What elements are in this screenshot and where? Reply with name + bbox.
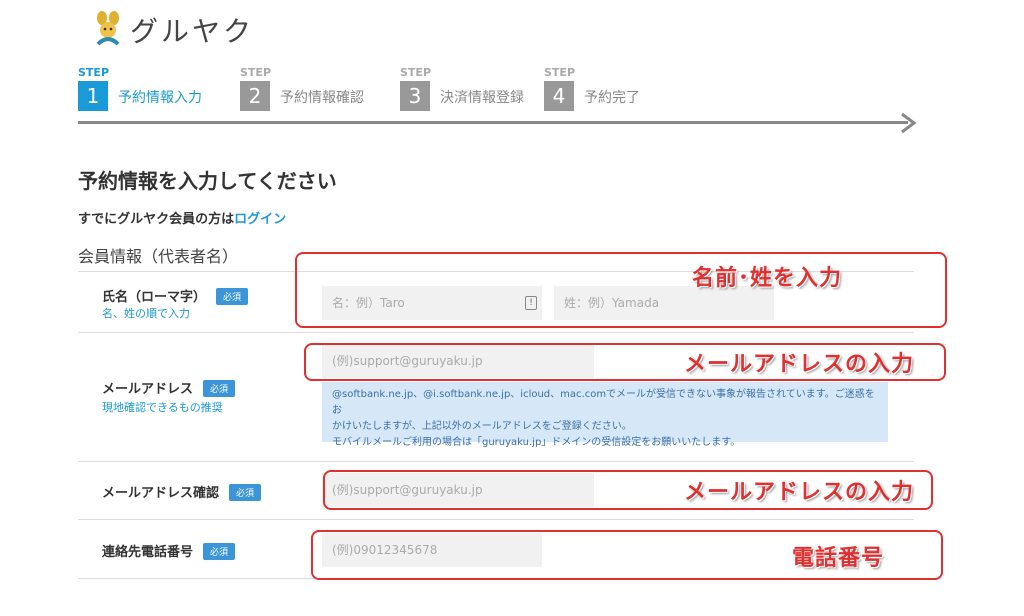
email-hint: 現地確認できるもの推奨 <box>102 401 223 414</box>
step-3-number: 3 <box>400 81 430 111</box>
annotation-name-text: 名前･姓を入力 <box>692 266 843 291</box>
annotation-phone-text: 電話番号 <box>792 546 885 571</box>
required-badge: 必須 <box>229 484 262 501</box>
email-notice-line: かけいたしますが、上記以外のメールアドレスをご登録ください。 <box>332 421 632 432</box>
required-badge: 必須 <box>203 380 236 397</box>
email-label-text: メールアドレス <box>102 382 194 397</box>
progress-line <box>78 121 908 124</box>
login-prompt: すでにグルヤク会員の方はログイン <box>78 208 286 227</box>
name-label-text: 氏名（ローマ字） <box>102 290 207 305</box>
step-2-caption: STEP <box>240 66 272 79</box>
divider <box>78 519 914 520</box>
divider <box>78 332 914 333</box>
logo-text: グルヤク <box>130 15 255 48</box>
step-2-number: 2 <box>240 81 270 111</box>
logo-mascot-icon <box>96 11 120 46</box>
name-hint: 名、姓の順で入力 <box>102 307 190 320</box>
name-label: 氏名（ローマ字） 必須 <box>102 286 249 305</box>
login-prompt-text: すでにグルヤク会員の方は <box>78 212 235 227</box>
step-1-number: 1 <box>78 81 108 111</box>
step-3-label: 決済情報登録 <box>440 90 524 106</box>
email-confirm-label: メールアドレス確認 必須 <box>102 482 262 501</box>
email-label: メールアドレス 必須 <box>102 378 236 397</box>
step-4-caption: STEP <box>544 66 576 79</box>
annotation-email-text: メールアドレスの入力 <box>684 352 915 377</box>
required-badge: 必須 <box>203 543 236 560</box>
email-notice: @softbank.ne.jp、@i.softbank.ne.jp、icloud… <box>322 382 888 448</box>
step-1-caption: STEP <box>78 66 110 79</box>
step-4-label: 予約完了 <box>584 90 640 106</box>
email-notice-line: @softbank.ne.jp、@i.softbank.ne.jp、icloud… <box>332 389 875 416</box>
phone-label-text: 連絡先電話番号 <box>102 545 194 560</box>
step-4-number: 4 <box>544 81 574 111</box>
divider <box>78 461 914 462</box>
annotation-box-name <box>295 252 947 328</box>
email-confirm-label-text: メールアドレス確認 <box>102 486 220 501</box>
email-notice-line: モバイルメールご利用の場合は「guruyaku.jp」ドメインの受信設定をお願い… <box>332 437 741 448</box>
step-1-label: 予約情報入力 <box>118 90 202 106</box>
login-link[interactable]: ログイン <box>234 212 286 227</box>
step-3-caption: STEP <box>400 66 432 79</box>
step-2-label: 予約情報確認 <box>280 90 364 106</box>
required-badge: 必須 <box>216 288 249 305</box>
page-title: 予約情報を入力してください <box>78 169 337 193</box>
phone-label: 連絡先電話番号 必須 <box>102 541 236 560</box>
arrow-right-icon <box>901 112 917 134</box>
section-title: 会員情報（代表者名） <box>78 247 239 266</box>
annotation-email-confirm-text: メールアドレスの入力 <box>684 480 915 505</box>
